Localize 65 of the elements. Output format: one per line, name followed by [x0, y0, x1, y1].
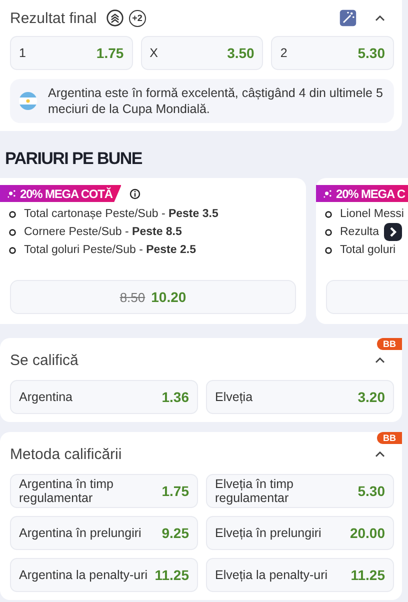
odds-value: 5.30 [358, 483, 385, 499]
section-heading: PARIURI PE BUNE [5, 149, 143, 169]
outcome-label: Argentina la penalty-uri [19, 568, 148, 582]
bet-selection: Total goluri [340, 244, 396, 256]
odds-value: 20.00 [350, 525, 385, 541]
outcome-label: Argentina în prelungiri [19, 526, 142, 540]
bullet-icon [8, 228, 17, 236]
odds-button[interactable]: Argentina 1.36 [10, 380, 198, 414]
info-icon[interactable] [129, 188, 142, 200]
odds-button[interactable]: Argentina la penalty-uri 11.25 [10, 558, 198, 592]
next-arrow-button[interactable] [383, 222, 403, 242]
odds-button[interactable]: 1 1.75 [10, 36, 133, 70]
market-title: Metoda calificării [10, 446, 122, 462]
odds-button[interactable]: Elveția la penalty-uri 11.25 [206, 558, 394, 592]
bullet-icon [8, 246, 17, 254]
odds-value: 9.25 [162, 525, 189, 541]
insight-text: Argentina este în formă excelentă, câștigând 4 din ultimele 5 meciuri de la Cupa Mondială. [48, 85, 384, 117]
bet-selection: Lionel Messi [340, 208, 404, 220]
odds-value: 11.25 [154, 567, 189, 583]
odds-button[interactable]: Argentina în timp regulamentar 1.75 [10, 474, 198, 508]
count-badge: +2 [128, 10, 146, 26]
outcome-label: Elveția la penalty-uri [215, 568, 328, 582]
odds-button[interactable]: X 3.50 [140, 36, 264, 70]
odds-button[interactable]: Elveția în timp regulamentar 5.30 [206, 474, 394, 508]
outcome-label: 2 [280, 46, 288, 60]
bet-selection: Cornere Peste/Sub - Peste 8.5 [24, 226, 182, 238]
sparkle-icon [322, 188, 334, 200]
boosted-odds: 10.20 [151, 289, 186, 305]
magic-wand-icon[interactable] [339, 9, 357, 27]
bullet-icon [324, 228, 333, 236]
outcome-label: X [150, 46, 158, 60]
bullet-icon [8, 210, 17, 218]
odds-button[interactable]: Elveția 3.20 [206, 380, 394, 414]
outcome-label: Argentina în timp regulamentar [19, 477, 114, 505]
odds-value: 11.25 [350, 567, 385, 583]
odds-button[interactable]: Elveția în prelungiri 20.00 [206, 516, 394, 550]
odds-value: 1.36 [162, 389, 189, 405]
bullet-icon [324, 246, 333, 254]
layers-icon [106, 9, 124, 27]
odds-value: 3.20 [358, 389, 385, 405]
outcome-label: Elveția [215, 390, 253, 404]
bet-selection: Rezulta [340, 226, 379, 238]
odds-value: 5.30 [358, 45, 385, 61]
market-title: Se califică [10, 352, 78, 368]
old-odds: 8.50 [120, 290, 146, 304]
flag-icon [18, 91, 38, 111]
promo-text: 20% MEGA COTĂ [20, 186, 112, 200]
odds-button[interactable]: Argentina în prelungiri 9.25 [10, 516, 198, 550]
odds-value: 3.50 [227, 45, 254, 61]
bet-selection: Total cartonașe Peste/Sub - Peste 3.5 [24, 208, 218, 220]
market-title: Rezultat final [10, 10, 97, 26]
odds-button[interactable]: 2 5.30 [271, 36, 394, 70]
odds-value: 1.75 [162, 483, 189, 499]
odds-value: 1.75 [96, 45, 124, 61]
sparkle-icon [6, 188, 18, 200]
bet-builder-tag: BB [377, 338, 402, 350]
outcome-label: Elveția în timp regulamentar [215, 477, 295, 505]
outcome-label: Argentina [19, 390, 73, 404]
promo-text: 20% MEGA C [336, 186, 405, 200]
bet-builder-tag: BB [377, 432, 402, 444]
bet-selection: Total goluri Peste/Sub - Peste 2.5 [24, 244, 196, 256]
bullet-icon [324, 210, 333, 218]
outcome-label: Elveția în prelungiri [215, 526, 322, 540]
add-bet-button[interactable]: 8.50 10.20 [10, 280, 296, 314]
outcome-label: 1 [19, 46, 26, 60]
